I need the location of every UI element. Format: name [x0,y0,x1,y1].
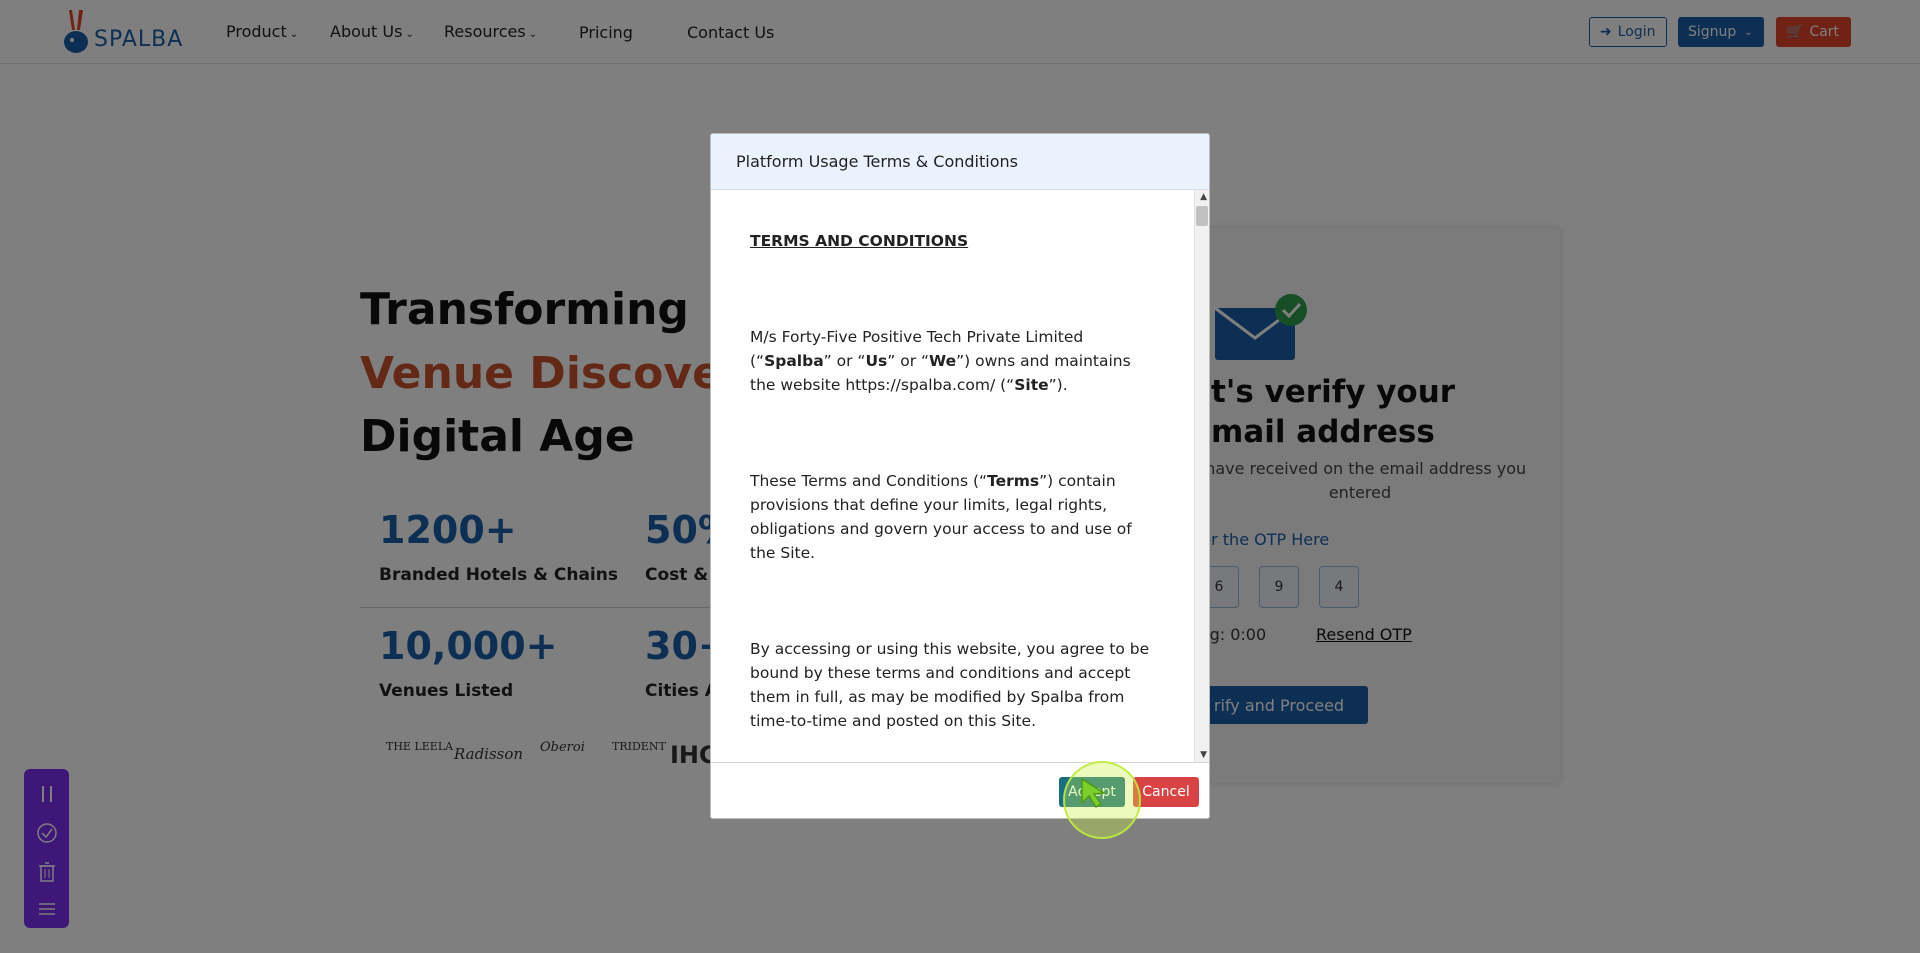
para-bold: We [929,352,957,370]
modal-scrollbar[interactable]: ▲ ▼ [1194,190,1209,762]
modal-body[interactable]: TERMS AND CONDITIONS M/s Forty-Five Posi… [711,190,1209,762]
para-text: ” or “ [823,352,866,370]
scroll-up-icon[interactable]: ▲ [1200,192,1207,202]
terms-modal: Platform Usage Terms & Conditions TERMS … [710,133,1210,819]
scroll-thumb[interactable] [1196,206,1208,226]
para-text: These Terms and Conditions (“ [750,472,988,490]
terms-paragraph: M/s Forty-Five Positive Tech Private Lim… [750,325,1150,397]
modal-header: Platform Usage Terms & Conditions [711,134,1209,190]
para-text: ”). [1048,376,1068,394]
cursor-arrow-icon [1081,777,1107,809]
para-bold: Site [1014,376,1049,394]
terms-paragraph: By accessing or using this website, you … [750,640,1150,730]
scroll-down-icon[interactable]: ▼ [1200,750,1207,760]
terms-heading: TERMS AND CONDITIONS [750,232,969,250]
terms-paragraph: These Terms and Conditions (“Terms”) con… [750,469,1150,565]
para-bold: Terms [987,472,1040,490]
para-bold: Spalba [764,352,824,370]
modal-title: Platform Usage Terms & Conditions [736,152,1018,171]
cancel-button[interactable]: Cancel [1133,777,1199,807]
para-bold: Us [865,352,888,370]
para-text: ” or “ [887,352,930,370]
